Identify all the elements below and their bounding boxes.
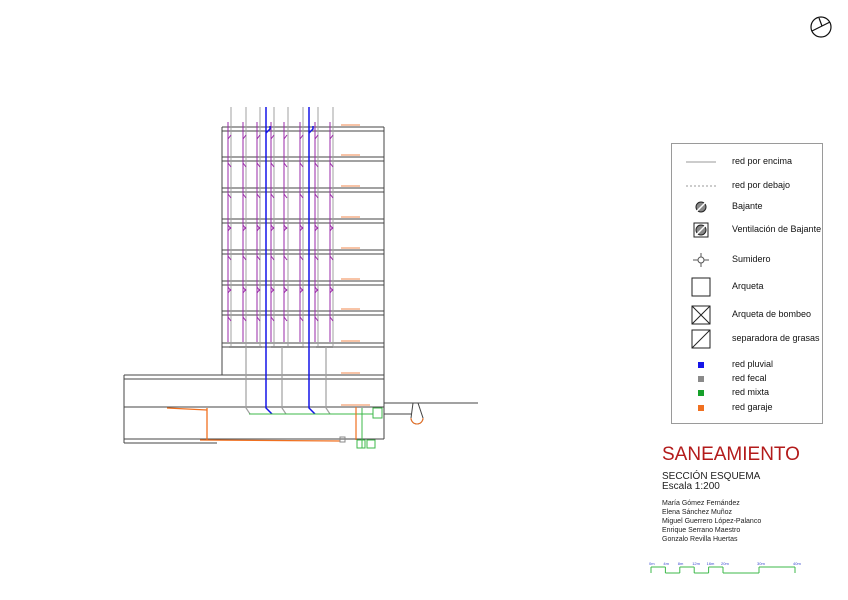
scale-label: 40m bbox=[793, 561, 801, 566]
legend-label: red mixta bbox=[732, 387, 770, 397]
legend-item: Arqueta de bombeo bbox=[672, 305, 822, 325]
scale-bar bbox=[650, 566, 796, 574]
arqueta-icon bbox=[686, 277, 716, 297]
legend-label: red fecal bbox=[732, 373, 767, 383]
north-arrow-icon bbox=[810, 16, 832, 38]
scale-label: 20m bbox=[721, 561, 729, 566]
legend-item: separadora de grasas bbox=[672, 329, 822, 349]
legend-item: Arqueta bbox=[672, 277, 822, 297]
scale-label: 4m bbox=[663, 561, 669, 566]
author: Enrique Serrano Maestro bbox=[662, 527, 741, 534]
manhole-base bbox=[410, 417, 424, 425]
author: María Gómez Fernández bbox=[662, 500, 740, 507]
author: Elena Sánchez Muñoz bbox=[662, 509, 733, 516]
legend-label: red por debajo bbox=[732, 180, 791, 190]
building-outline bbox=[123, 124, 478, 444]
author: Gonzalo Revilla Huertas bbox=[662, 536, 738, 543]
author: Miguel Guerrero López-Palanco bbox=[662, 518, 762, 525]
solid-line-icon bbox=[686, 152, 716, 172]
scale-label: 30m bbox=[757, 561, 765, 566]
drawing-subtitle: SECCIÓN ESQUEMA Escala 1:200 bbox=[662, 472, 760, 492]
legend-label: Bajante bbox=[732, 201, 763, 211]
scale-text: Escala 1:200 bbox=[662, 481, 720, 492]
legend-label: red garaje bbox=[732, 402, 773, 412]
fecal-downpipe bbox=[245, 347, 251, 415]
fecal-downpipe bbox=[281, 347, 287, 415]
rain-downpipe bbox=[308, 107, 316, 415]
sumidero-icon bbox=[686, 250, 716, 270]
legend-item: Ventilación de Bajante bbox=[672, 220, 822, 240]
legend: red por encima red por debajo Bajante Venti… bbox=[671, 143, 823, 424]
pipe-network bbox=[166, 107, 383, 449]
legend-item: red por debajo bbox=[672, 176, 822, 196]
legend-item: Sumidero bbox=[672, 250, 822, 270]
scale-label: 0m bbox=[649, 561, 655, 566]
legend-label: Ventilación de Bajante bbox=[732, 224, 822, 234]
fecal-downpipe bbox=[325, 347, 331, 415]
drawing-title: SANEAMIENTO bbox=[662, 444, 800, 465]
ventilacion-icon bbox=[686, 220, 716, 240]
scale-label: 12m bbox=[692, 561, 700, 566]
scale-label: 8m bbox=[677, 561, 684, 566]
legend-label: red por encima bbox=[732, 156, 793, 166]
bajante-icon bbox=[686, 197, 716, 217]
arqueta-bombeo-icon bbox=[686, 305, 716, 325]
legend-item: Bajante bbox=[672, 197, 822, 217]
legend-label: Sumidero bbox=[732, 254, 771, 264]
legend-item: red garaje bbox=[672, 398, 822, 418]
legend-label: separadora de grasas bbox=[732, 333, 820, 343]
manhole bbox=[410, 402, 424, 425]
legend-label: Arqueta de bombeo bbox=[732, 309, 812, 319]
legend-item: red por encima bbox=[672, 152, 822, 172]
authors-list: María Gómez Fernández Elena Sánchez Muño… bbox=[662, 499, 761, 544]
scale-label: 16m bbox=[706, 561, 715, 566]
separadora-icon bbox=[686, 329, 716, 349]
color-swatch-icon bbox=[686, 398, 716, 418]
legend-label: red pluvial bbox=[732, 359, 774, 369]
dashed-line-icon bbox=[686, 176, 716, 196]
legend-label: Arqueta bbox=[732, 281, 764, 291]
